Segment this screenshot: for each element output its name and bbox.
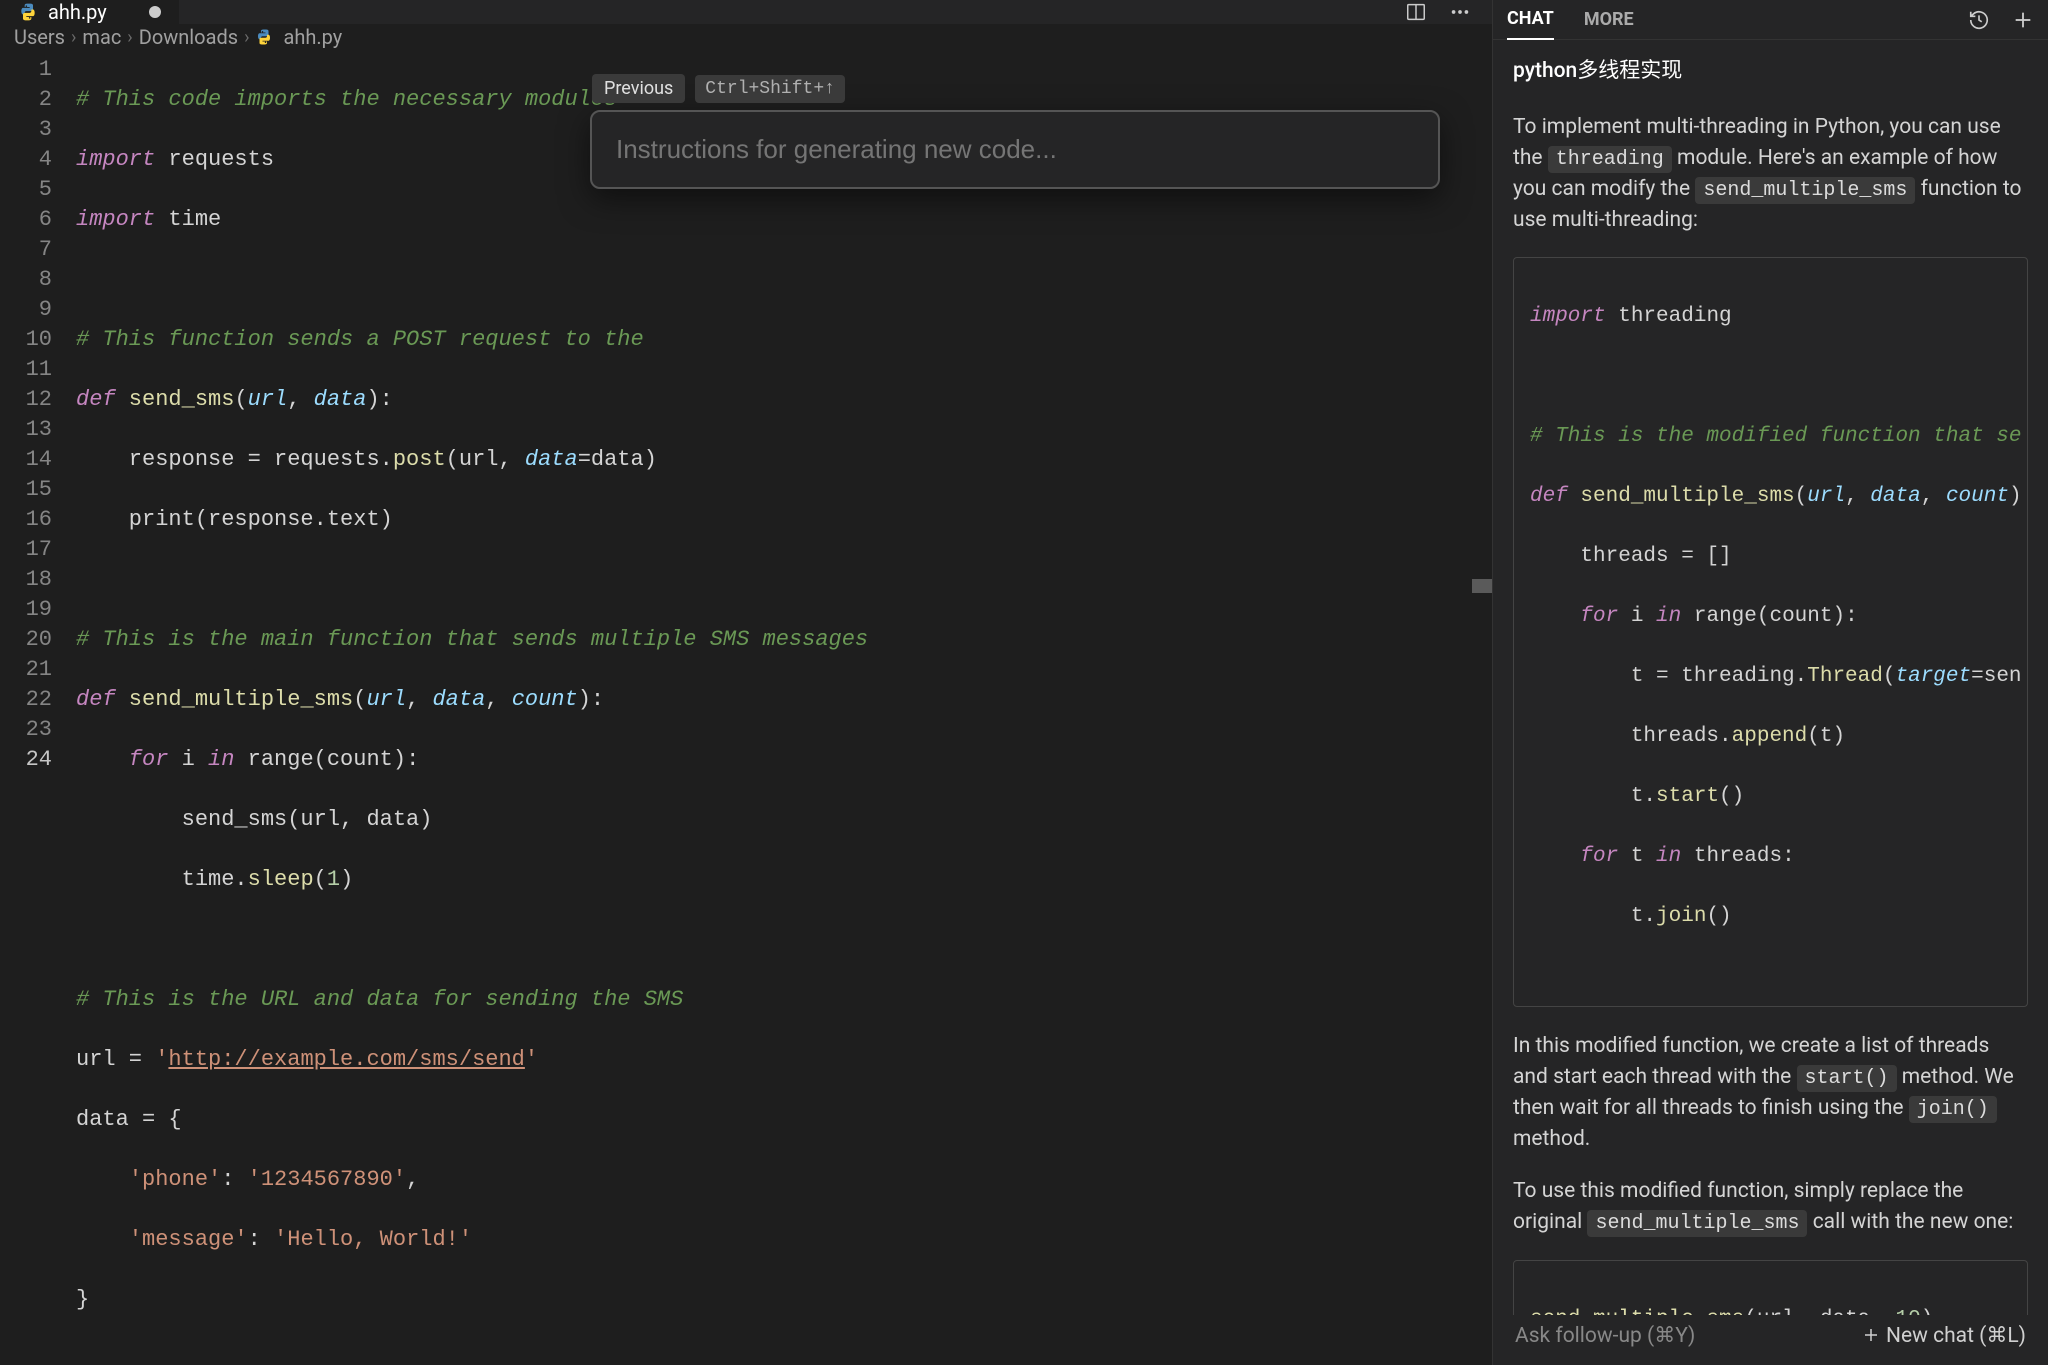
chat-body: python多线程实现 To implement multi-threading…	[1493, 40, 2048, 1315]
tab-actions	[1404, 0, 1492, 24]
chat-code-block[interactable]: send_multiple_sms(url, data, 10)	[1513, 1260, 2028, 1315]
instruction-dialog: Previous Ctrl+Shift+↑	[590, 110, 1440, 189]
chevron-right-icon: ›	[127, 27, 132, 48]
crumb[interactable]: ahh.py	[283, 25, 342, 49]
tab-chat[interactable]: CHAT	[1507, 0, 1554, 40]
tab-bar: ahh.py	[0, 0, 1492, 25]
chat-input-row: Ask follow-up (⌘Y) New chat (⌘L)	[1493, 1315, 2048, 1365]
chevron-right-icon: ›	[71, 27, 76, 48]
chat-tab-actions	[1968, 9, 2034, 31]
tab-file[interactable]: ahh.py	[0, 0, 180, 24]
inline-code: send_multiple_sms	[1587, 1210, 1807, 1237]
chat-pane: CHAT MORE python多线程实现 To implement multi…	[1492, 0, 2048, 1365]
inline-code: join()	[1909, 1096, 1997, 1123]
inline-code: threading	[1548, 146, 1672, 173]
inline-code: start()	[1797, 1065, 1897, 1092]
new-chat-button[interactable]: New chat (⌘L)	[1862, 1323, 2026, 1348]
previous-button[interactable]: Previous	[592, 74, 685, 103]
python-file-icon	[255, 28, 273, 46]
minimap-indicator[interactable]	[1472, 579, 1492, 593]
split-editor-icon[interactable]	[1404, 0, 1428, 24]
python-file-icon	[18, 2, 38, 22]
instruction-input[interactable]	[592, 112, 1438, 187]
chevron-right-icon: ›	[244, 27, 249, 48]
history-icon[interactable]	[1968, 9, 1990, 31]
chat-paragraph: To use this modified function, simply re…	[1513, 1176, 2028, 1237]
crumb[interactable]: Users	[14, 25, 65, 49]
tab-filename: ahh.py	[48, 0, 107, 24]
crumb[interactable]: mac	[82, 25, 121, 49]
followup-input[interactable]: Ask follow-up (⌘Y)	[1515, 1323, 1695, 1348]
plus-icon[interactable]	[2012, 9, 2034, 31]
more-actions-icon[interactable]	[1448, 0, 1472, 24]
code-content[interactable]: # This code imports the necessary module…	[66, 49, 1492, 1365]
chat-user-query: python多线程实现	[1513, 56, 2028, 86]
gutter: 123456789101112131415161718192021222324	[0, 49, 66, 1365]
editor-pane: ahh.py Users › mac › Downloads ›	[0, 0, 1492, 1365]
tab-more[interactable]: MORE	[1584, 0, 1634, 39]
keyboard-shortcut: Ctrl+Shift+↑	[695, 75, 845, 103]
breadcrumb[interactable]: Users › mac › Downloads › ahh.py	[0, 25, 1492, 49]
inline-code: send_multiple_sms	[1695, 177, 1915, 204]
code-editor[interactable]: 123456789101112131415161718192021222324 …	[0, 49, 1492, 1365]
chat-code-block[interactable]: import threading # This is the modified …	[1513, 257, 2028, 1007]
chat-tabbar: CHAT MORE	[1493, 0, 2048, 40]
chat-paragraph: In this modified function, we create a l…	[1513, 1031, 2028, 1154]
tab-dirty-icon[interactable]	[149, 6, 161, 18]
chat-paragraph: To implement multi-threading in Python, …	[1513, 112, 2028, 235]
crumb[interactable]: Downloads	[139, 25, 238, 49]
plus-icon	[1862, 1326, 1880, 1344]
dialog-header: Previous Ctrl+Shift+↑	[592, 74, 845, 103]
